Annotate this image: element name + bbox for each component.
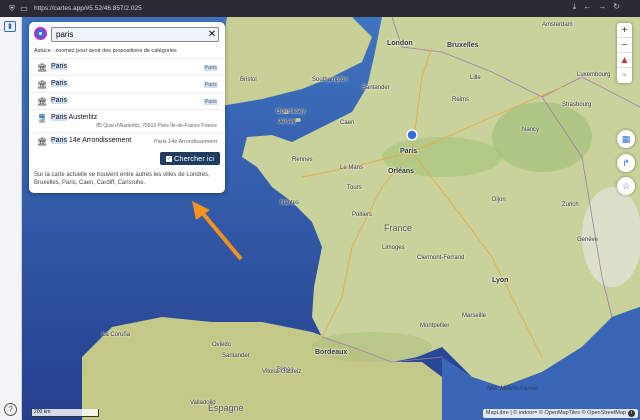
city-label: Montpellier [420,323,450,329]
result-name: Paris [51,97,67,104]
sidebar: ▮ ? [0,17,22,420]
forward-icon[interactable]: → [598,2,606,12]
download-icon[interactable]: ⤓ [573,2,577,12]
zoom-in-button[interactable]: + [617,23,632,38]
map-scale: 200 km [31,409,99,417]
city-label: Bruxelles [447,42,479,49]
city-label: Marseille [462,313,487,319]
search-input[interactable] [51,27,219,42]
city-label: Oviedo [212,342,232,348]
city-label: Nancy [522,127,540,133]
city-label: Reims [452,97,470,103]
star-icon[interactable]: ☆ [617,177,635,195]
search-hint: Astuce : zoomez pour avoir des propositi… [34,48,177,54]
nearby-cities-info: Sur la carte actuelle se trouvent entre … [34,172,210,186]
city-label: Valladolid [190,400,216,406]
info-icon[interactable]: i [628,410,635,417]
back-icon[interactable]: ← [583,2,591,12]
search-result-item[interactable]: 🏛 Paris 14e Arrondissement Paris 14e Arr… [29,132,225,149]
city-label: Dijon [492,197,506,203]
map-attribution[interactable]: MapLibre | © indoor= © OpenMapTiles © Op… [482,409,638,418]
result-region: Paris [204,99,217,105]
checkbox-icon: ✓ [165,155,172,162]
search-panel: ✕ Astuce : zoomez pour avoir des proposi… [29,22,225,193]
page-icon: ▭ [20,4,28,13]
sea-label: Mer Méditerranée [487,385,539,392]
city-label: Genève [577,237,599,243]
city-label: Vitoria-Gasteiz [262,369,302,375]
city-label: La Coruña [102,332,131,338]
city-label: Poitiers [352,212,373,218]
city-label: Jersey [278,119,296,125]
search-result-item[interactable]: 🏛 Paris Paris [29,92,225,109]
result-name: Paris [51,114,67,121]
city-label: Zurich [562,202,579,208]
city-label: Limoges [382,245,405,251]
layers-icon[interactable]: ▦ [617,130,635,148]
result-name: Paris [51,63,67,70]
result-region: Paris [204,65,217,71]
city-label: Southampton [312,77,348,83]
city-label: Le Mans [340,165,364,171]
search-result-item[interactable]: 🏛 Paris Paris [29,75,225,92]
city-label: Tours [347,185,362,191]
city-label: Lyon [492,277,509,284]
city-label: Strasbourg [562,102,592,108]
close-icon[interactable]: ✕ [206,27,218,42]
city-label: Santander [222,353,250,359]
search-here-button[interactable]: ✓ Chercher ici [160,152,220,165]
app-logo-icon[interactable] [34,27,47,40]
sidebar-toggle-icon[interactable]: ▮ [4,21,16,32]
route-icon[interactable]: ↱ [617,154,635,172]
geolocate-icon[interactable]: ⌖ [617,68,632,83]
help-icon[interactable]: ? [4,403,17,416]
result-name: Paris [51,80,67,87]
city-icon: 🏛 [37,137,48,146]
city-icon: 🏛 [37,97,48,106]
train-icon: 🚆 [37,114,47,123]
city-label: Lille [470,75,481,81]
zoom-out-button[interactable]: − [617,38,632,53]
city-icon: 🏛 [37,80,48,89]
city-label: Rennes [292,157,313,163]
compass-icon[interactable]: ▲ [617,53,632,68]
city-label: Paris [400,148,418,155]
result-region: Paris [204,82,217,88]
city-icon: 🏛 [37,63,48,72]
result-name: Paris [51,137,67,144]
zoom-controls: + − ▲ ⌖ [617,23,632,83]
search-result-item[interactable]: 🏛 Paris Paris [29,58,225,75]
city-label: London [387,40,413,47]
country-label-france: France [384,223,413,233]
result-region: Paris 14e Arrondissement [154,139,217,145]
city-label: Caen [340,120,355,126]
city-label: Guernesey [276,109,306,115]
browser-toolbar: ⛨ ▭ https://cartes.app/#5.52/46.857/2.02… [0,0,640,17]
shield-icon[interactable]: ⛨ [6,4,18,14]
city-label: Santander [362,85,390,91]
city-label: Nantes [280,200,300,206]
search-result-item[interactable]: 🚆 Paris Austerlitz 85 Quai d'Austerlitz,… [29,109,225,131]
city-label: Luxembourg [577,72,611,78]
city-label: Amsterdam [542,22,573,28]
city-label: Clermont-Ferrand [417,255,465,261]
city-label: Orléans [388,168,415,175]
url-bar[interactable]: https://cartes.app/#5.52/46.857/2.025 [34,5,142,12]
city-label: Bristol [240,77,257,83]
reload-icon[interactable]: ↻ [613,2,620,12]
result-address: 85 Quai d'Austerlitz, 75013 Paris Île-de… [96,123,217,129]
city-label: Bordeaux [315,349,348,356]
